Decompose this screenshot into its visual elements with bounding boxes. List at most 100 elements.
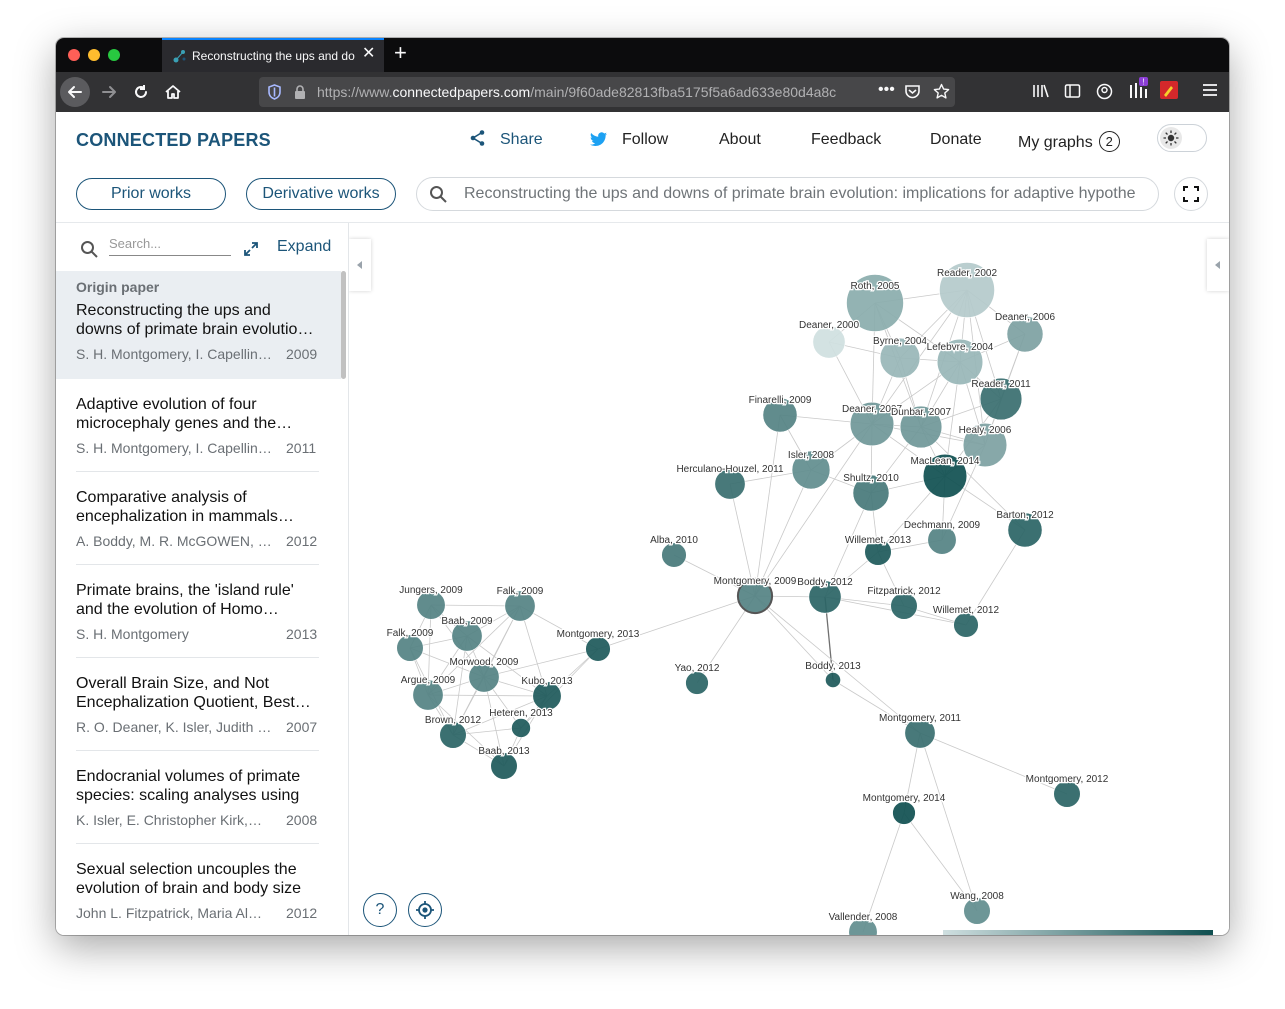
paper-authors: R. O. Deaner, K. Isler, Judith M… (76, 719, 272, 735)
graph-node-montgomery2013[interactable] (585, 636, 611, 662)
graph-node-yao2012[interactable] (685, 671, 709, 695)
open-details-tab[interactable] (1207, 239, 1229, 291)
tab-close-icon[interactable]: ✕ (362, 46, 375, 62)
expand-button[interactable]: Expand (277, 238, 331, 256)
address-bar[interactable]: https://www.connectedpapers.com/main/9f6… (259, 77, 955, 107)
my-graphs-label: My graphs (1018, 134, 1093, 151)
graph-node-boddy2013[interactable] (825, 672, 841, 688)
sidebar-search-input[interactable]: Search... (109, 236, 231, 256)
list-item[interactable]: Comparative analysis of encephalization … (56, 472, 341, 565)
paper-title: Reconstructing the ups and downs of prim… (76, 302, 314, 338)
fullscreen-button[interactable] (1174, 177, 1208, 211)
url-scheme: https://www. (317, 84, 393, 100)
expand-icon (244, 242, 258, 256)
graph-node-montgomery2014[interactable] (892, 801, 916, 825)
url-text[interactable]: https://www.connectedpapers.com/main/9f6… (317, 84, 869, 100)
pocket-icon[interactable] (904, 84, 921, 100)
about-link[interactable]: About (719, 131, 761, 149)
home-button[interactable] (158, 77, 188, 107)
center-graph-button[interactable] (408, 893, 442, 927)
minimize-window-button[interactable] (88, 49, 100, 61)
graph-nodes (396, 262, 1081, 935)
collapse-sidebar-tab[interactable] (349, 239, 371, 291)
paper-search-input[interactable]: Reconstructing the ups and downs of prim… (416, 177, 1159, 211)
connected-papers-favicon-icon (173, 50, 186, 63)
feedback-link[interactable]: Feedback (811, 131, 881, 149)
graph-node-label: Heteren, 2013 (489, 708, 553, 719)
donate-link[interactable]: Donate (930, 131, 982, 149)
list-item[interactable]: Overall Brain Size, and Not Encephalizat… (56, 658, 341, 751)
lock-icon[interactable] (293, 84, 307, 100)
question-mark-icon: ? (375, 901, 385, 918)
paper-year: 2011 (286, 440, 317, 456)
chevron-left-icon (357, 261, 362, 269)
sidebar-scrollbar[interactable] (341, 271, 346, 379)
prior-works-button[interactable]: Prior works (76, 178, 226, 210)
twitter-icon[interactable] (590, 132, 608, 147)
reload-button[interactable] (126, 77, 156, 107)
graph-canvas[interactable]: Roth, 2005 Reader, 2002 Deaner, 2006 Deaner… (349, 223, 1229, 935)
forward-button[interactable] (94, 77, 124, 107)
page-actions-icon[interactable]: ••• (878, 81, 895, 99)
graph-edge (427, 694, 548, 697)
library-icon[interactable] (1032, 83, 1050, 99)
paper-year: 2007 (286, 719, 318, 735)
origin-paper-item[interactable]: Origin paper Reconstructing the ups and … (56, 271, 341, 379)
home-icon (165, 85, 181, 99)
paper-year: 2009 (286, 346, 318, 362)
sidebar-toggle-icon[interactable] (1064, 83, 1081, 99)
back-button[interactable] (60, 77, 90, 107)
back-arrow-icon (68, 86, 82, 98)
list-item[interactable]: Endocranial volumes of primate species: … (56, 751, 341, 844)
graph-node-heteren2013[interactable] (511, 718, 531, 738)
connected-papers-logo[interactable]: CONNECTED PAPERS (76, 130, 271, 151)
graph-view[interactable]: Roth, 2005 Reader, 2002 Deaner, 2006 Deaner… (349, 223, 1229, 935)
graph-node-label: Dunbar, 2007 (891, 407, 951, 418)
account-icon[interactable] (1096, 83, 1113, 100)
new-tab-icon[interactable]: + (394, 42, 407, 64)
help-button[interactable]: ? (363, 893, 397, 927)
paper-title: Sexual selection uncouples the evolution… (76, 861, 302, 897)
graph-node-label: Baab, 2009 (441, 616, 493, 627)
follow-button[interactable]: Follow (622, 131, 668, 149)
graph-node-willemet2012[interactable] (953, 612, 979, 638)
list-item[interactable]: Primate brains, the 'island rule' and th… (56, 565, 341, 658)
graph-node-label: Wang, 2008 (950, 891, 1004, 902)
zoom-window-button[interactable] (108, 49, 120, 61)
graph-node-label: Reader, 2011 (971, 379, 1031, 390)
origin-paper-label: Origin paper (76, 279, 160, 295)
extension-equalizer-icon[interactable]: ! (1128, 77, 1148, 99)
navigation-bar: https://www.connectedpapers.com/main/9f6… (56, 72, 1229, 112)
browser-tab-active[interactable]: Reconstructing the ups and do ✕ (162, 38, 384, 72)
graph-node-label: Boddy, 2013 (805, 661, 861, 672)
graph-node-label: Baab, 2013 (478, 746, 530, 757)
extension-pen-icon[interactable] (1160, 81, 1178, 99)
derivative-works-button[interactable]: Derivative works (246, 178, 396, 210)
paper-title: Adaptive evolution of four microcephaly … (76, 396, 293, 432)
graph-edge (919, 732, 978, 912)
share-icon[interactable] (469, 129, 487, 147)
paper-authors: A. Boddy, M. R. McGOWEN, C.… (76, 533, 272, 549)
graph-node-label: Byrne, 2004 (873, 336, 927, 347)
my-graphs-button[interactable]: My graphs 2 (1018, 131, 1120, 152)
fullscreen-icon (1183, 186, 1199, 202)
bookmark-star-icon[interactable] (933, 83, 950, 100)
list-item[interactable]: Sexual selection uncouples the evolution… (56, 844, 341, 935)
year-color-legend (943, 930, 1213, 935)
close-window-button[interactable] (68, 49, 80, 61)
graph-node-alba2010[interactable] (661, 542, 687, 568)
theme-toggle[interactable] (1157, 124, 1207, 152)
tab-bar: Reconstructing the ups and do ✕ + (56, 38, 1229, 72)
graph-node-label: Montgomery, 2012 (1026, 774, 1109, 785)
graph-node-label: Barton, 2012 (996, 510, 1054, 521)
share-button[interactable]: Share (500, 131, 543, 149)
paper-year: 2013 (286, 626, 318, 642)
hamburger-menu-icon[interactable] (1202, 83, 1218, 97)
tracking-shield-icon[interactable] (267, 84, 282, 100)
paper-title: Primate brains, the 'island rule' and th… (76, 582, 294, 618)
graph-node-label: Herculano-Houzel, 2011 (676, 464, 784, 475)
app-header: CONNECTED PAPERS Share Follow About Feed… (56, 112, 1229, 168)
graph-node-label: Roth, 2005 (851, 281, 900, 292)
graph-node-label: Finarelli, 2009 (749, 395, 812, 406)
list-item[interactable]: Adaptive evolution of four microcephaly … (56, 379, 341, 472)
